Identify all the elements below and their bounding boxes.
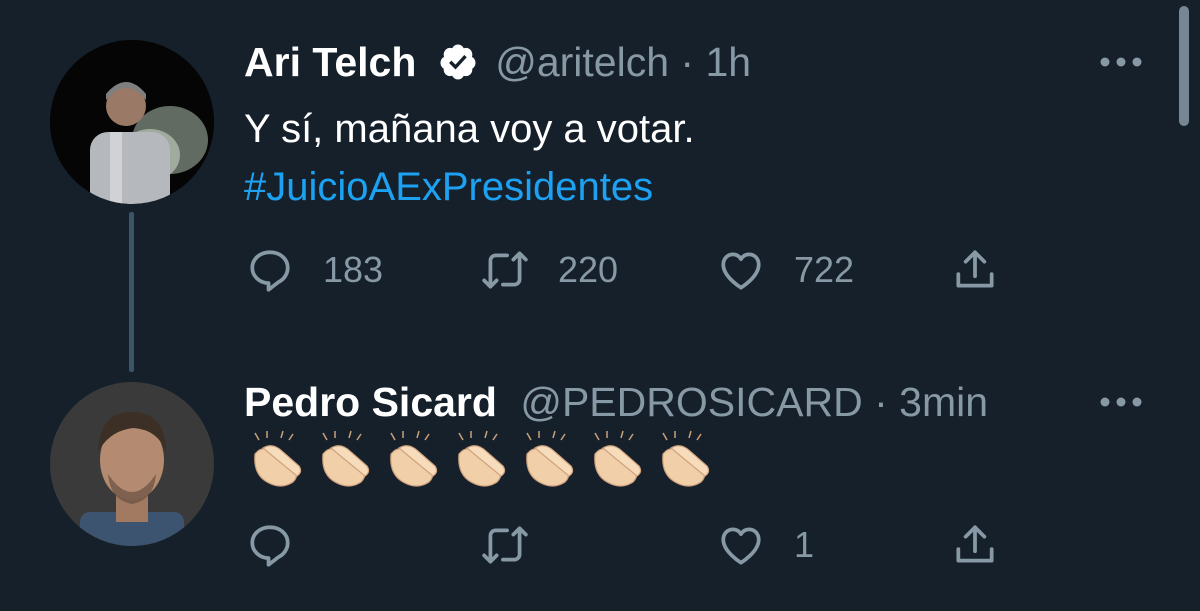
like-icon (721, 527, 761, 565)
display-name[interactable]: Ari Telch (244, 39, 416, 85)
clapping-hands-icon (254, 430, 302, 487)
handle[interactable]: @PEDROSICARD (520, 379, 862, 425)
share-icon (956, 250, 994, 288)
retweet-count: 220 (558, 249, 619, 290)
clapping-hands-icon (526, 430, 574, 487)
tweet-pedro-sicard[interactable]: Pedro Sicard @PEDROSICARD · 3min 1 (0, 330, 1160, 611)
timestamp[interactable]: 3min (899, 379, 988, 425)
clapping-hands-icon (458, 430, 506, 487)
timestamp[interactable]: 1h (705, 39, 751, 85)
scrollbar[interactable] (1179, 6, 1189, 126)
retweet-button[interactable]: 220 (480, 245, 618, 295)
like-count: 1 (794, 524, 815, 565)
share-button[interactable] (950, 520, 1000, 570)
reply-count: 183 (323, 249, 384, 290)
tweet-header: Ari Telch @aritelch · 1h (244, 38, 751, 86)
retweet-icon (482, 526, 528, 564)
clapping-hands-icon (594, 430, 642, 487)
hashtag-link[interactable]: #JuicioAExPresidentes (244, 158, 695, 216)
clapping-hands-icon (662, 430, 710, 487)
share-button[interactable] (950, 245, 1000, 295)
more-icon[interactable] (1097, 392, 1145, 412)
separator-dot: · (680, 39, 695, 85)
handle[interactable]: @aritelch (495, 39, 669, 85)
retweet-button[interactable] (480, 520, 558, 570)
clapping-hands-icon (390, 430, 438, 487)
like-count: 722 (794, 249, 855, 290)
avatar[interactable] (50, 40, 214, 204)
tweet-text: Y sí, mañana voy a votar. #JuicioAExPres… (244, 100, 695, 216)
reply-icon (250, 250, 290, 292)
avatar[interactable] (50, 382, 214, 546)
display-name[interactable]: Pedro Sicard (244, 379, 497, 425)
like-button[interactable]: 1 (716, 520, 814, 570)
separator-dot: · (874, 379, 888, 425)
reply-icon (250, 525, 290, 567)
like-button[interactable]: 722 (716, 245, 854, 295)
tweet-text-emoji (245, 430, 713, 490)
like-icon (721, 252, 761, 290)
share-icon (956, 525, 994, 563)
tweet-text-line: Y sí, mañana voy a votar. (244, 107, 695, 151)
clapping-hands-icon (322, 430, 370, 487)
more-icon[interactable] (1097, 52, 1145, 72)
retweet-icon (482, 251, 528, 289)
tweet-header: Pedro Sicard @PEDROSICARD · 3min (244, 378, 988, 426)
tweet-ari-telch[interactable]: Ari Telch @aritelch · 1h Y sí, mañana vo… (0, 0, 1160, 330)
verified-badge-icon (440, 44, 476, 80)
reply-button[interactable] (245, 520, 323, 570)
reply-button[interactable]: 183 (245, 245, 383, 295)
